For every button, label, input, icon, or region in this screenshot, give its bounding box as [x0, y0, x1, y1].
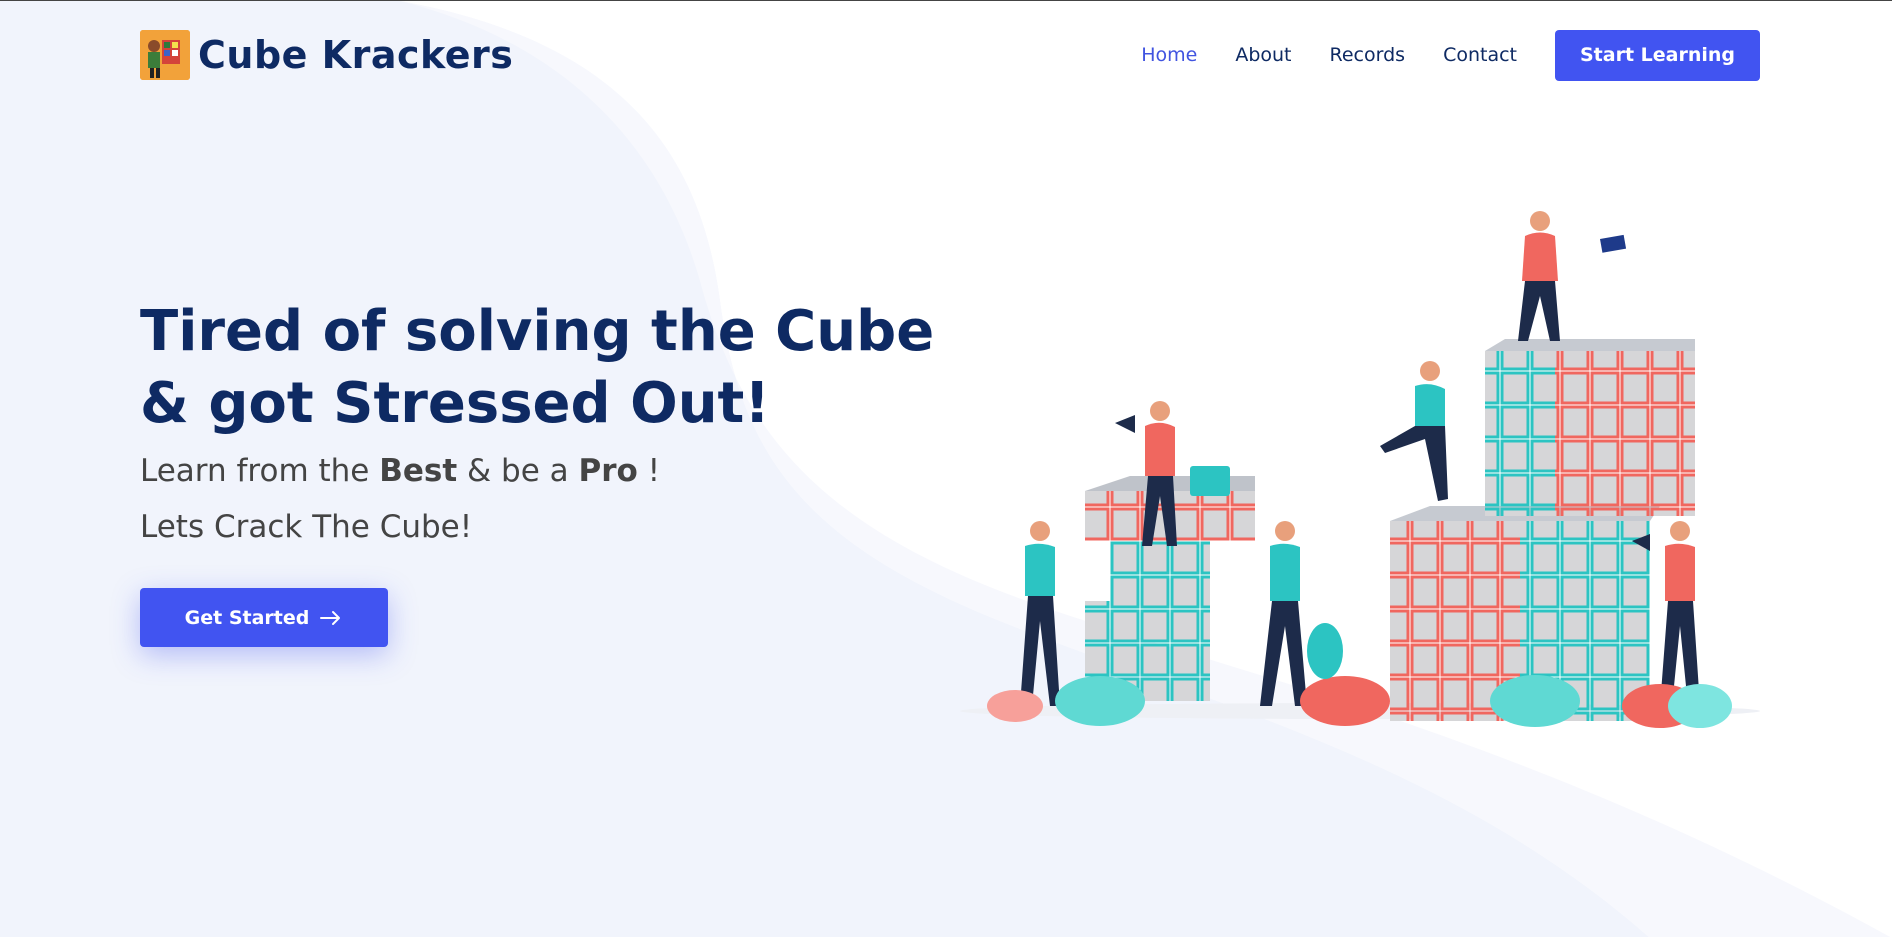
hero-tagline: Lets Crack The Cube!	[140, 509, 473, 545]
brand-logo[interactable]: Cube Krackers	[140, 30, 513, 80]
brand-name: Cube Krackers	[198, 33, 514, 77]
logo-image	[140, 30, 190, 80]
person-top-laptop	[1518, 211, 1627, 341]
subtitle-best: Best	[379, 453, 458, 489]
main-nav: Home About Records Contact Start Learnin…	[1141, 29, 1760, 81]
get-started-label: Get Started	[184, 606, 310, 629]
arrow-right-icon	[320, 610, 341, 625]
get-started-button[interactable]: Get Started	[140, 588, 388, 647]
hero-illustration	[960, 211, 1760, 728]
site-header: Cube Krackers Home About Records Contact…	[140, 29, 1760, 81]
nav-item-records[interactable]: Records	[1330, 44, 1406, 66]
subtitle-prefix: Learn from the	[140, 453, 380, 489]
hero-section: Tired of solving the Cube & got Stressed…	[140, 296, 960, 647]
nav-item-contact[interactable]: Contact	[1443, 44, 1517, 66]
start-learning-button[interactable]: Start Learning	[1554, 29, 1760, 81]
person-left	[1020, 521, 1060, 706]
nav-item-about[interactable]: About	[1235, 44, 1291, 66]
person-middle	[1260, 521, 1307, 706]
nav-item-home[interactable]: Home	[1141, 44, 1197, 66]
person-climbing	[1380, 361, 1448, 501]
hero-subtitle: Learn from the Best & be a Pro !	[140, 450, 960, 492]
subtitle-mid: & be a	[457, 453, 579, 489]
hero-title: Tired of solving the Cube & got Stressed…	[140, 299, 935, 436]
subtitle-pro: Pro	[578, 453, 638, 489]
subtitle-suffix: !	[637, 453, 661, 489]
